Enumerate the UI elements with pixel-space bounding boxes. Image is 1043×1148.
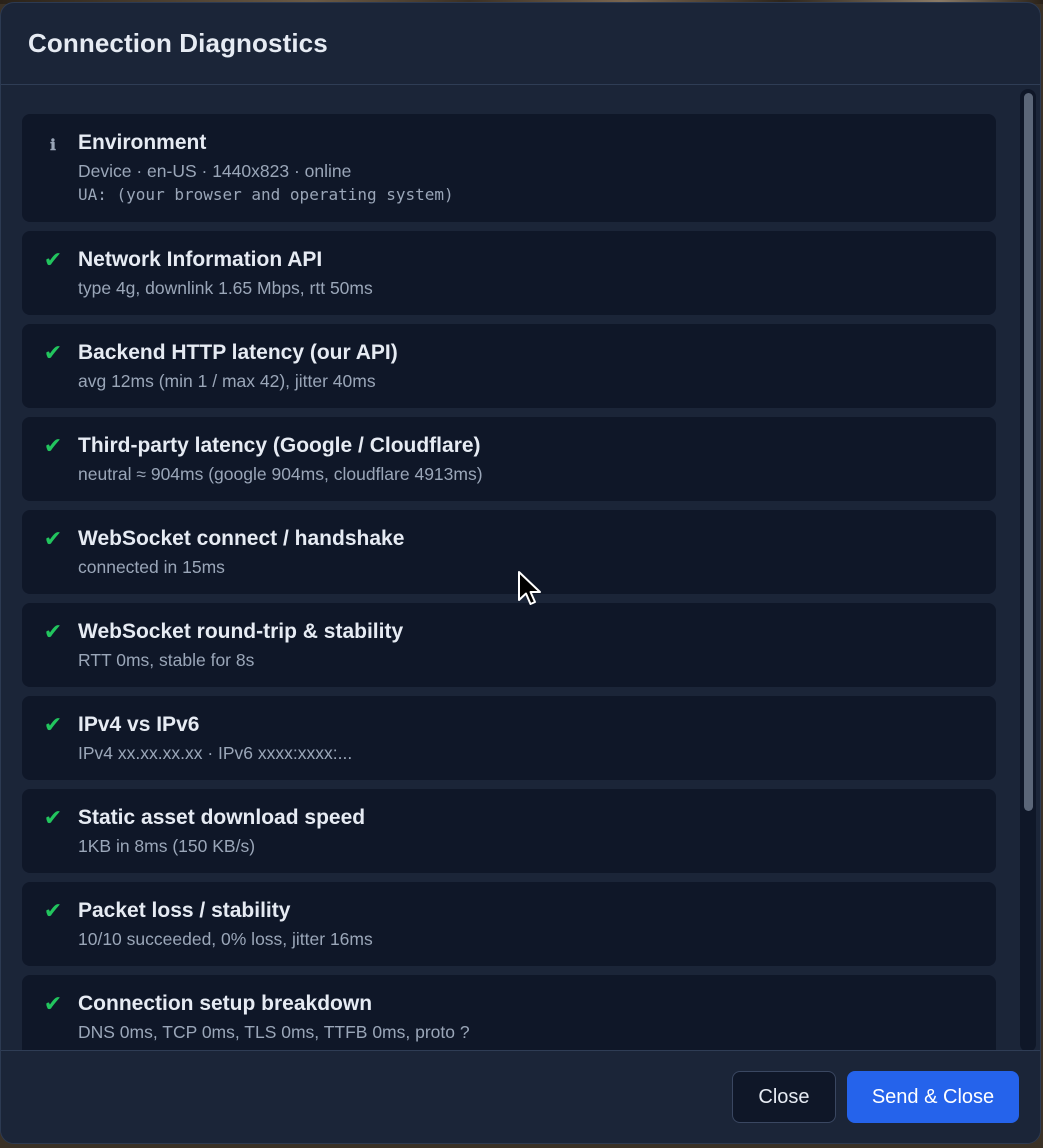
user-agent-text: UA: (your browser and operating system): [78, 185, 454, 204]
check-title: WebSocket round-trip & stability: [78, 620, 404, 643]
check-mark-icon: ✔: [43, 619, 63, 644]
check-backend-latency: ✔ Backend HTTP latency (our API) avg 12m…: [22, 324, 996, 408]
check-mark-icon: ✔: [43, 247, 63, 272]
scrollbar-thumb[interactable]: [1024, 93, 1033, 811]
check-mark-icon: ✔: [43, 526, 63, 551]
check-detail: IPv4 xx.xx.xx.xx · IPv6 xxxx:xxxx:...: [78, 743, 353, 763]
dialog-title: Connection Diagnostics: [28, 28, 328, 58]
close-button[interactable]: Close: [732, 1071, 836, 1123]
check-network-information: ✔ Network Information API type 4g, downl…: [22, 231, 996, 315]
info-icon: ℹ: [50, 136, 56, 154]
check-environment: ℹ Environment Device · en-US · 1440x823 …: [22, 114, 996, 222]
check-ipv4-ipv6: ✔ IPv4 vs IPv6 IPv4 xx.xx.xx.xx · IPv6 x…: [22, 696, 996, 780]
vertical-scrollbar[interactable]: [1020, 89, 1036, 1052]
check-detail: connected in 15ms: [78, 557, 225, 577]
check-detail: type 4g, downlink 1.65 Mbps, rtt 50ms: [78, 278, 373, 298]
check-title: Static asset download speed: [78, 806, 366, 829]
check-mark-icon: ✔: [43, 433, 63, 458]
check-mark-icon: ✔: [43, 340, 63, 365]
check-static-asset-speed: ✔ Static asset download speed 1KB in 8ms…: [22, 789, 996, 873]
check-websocket-round-trip: ✔ WebSocket round-trip & stability RTT 0…: [22, 603, 996, 687]
check-detail: DNS 0ms, TCP 0ms, TLS 0ms, TTFB 0ms, pro…: [78, 1022, 470, 1042]
check-title: IPv4 vs IPv6: [78, 713, 200, 736]
check-mark-icon: ✔: [43, 991, 63, 1016]
check-title: Packet loss / stability: [78, 899, 291, 922]
send-and-close-button[interactable]: Send & Close: [847, 1071, 1019, 1123]
check-title: Connection setup breakdown: [78, 992, 373, 1015]
check-mark-icon: ✔: [43, 898, 63, 923]
check-title: Backend HTTP latency (our API): [78, 341, 398, 364]
check-title: Third-party latency (Google / Cloudflare…: [78, 434, 481, 457]
check-mark-icon: ✔: [43, 805, 63, 830]
check-detail: avg 12ms (min 1 / max 42), jitter 40ms: [78, 371, 376, 391]
check-title: Network Information API: [78, 248, 323, 271]
check-detail: Device · en-US · 1440x823 · online: [78, 161, 352, 181]
check-detail: 1KB in 8ms (150 KB/s): [78, 836, 256, 856]
check-mark-icon: ✔: [43, 712, 63, 737]
dialog-header: Connection Diagnostics: [1, 3, 1040, 85]
dialog-footer: Close Send & Close: [1, 1050, 1040, 1143]
check-connection-setup: ✔ Connection setup breakdown DNS 0ms, TC…: [22, 975, 996, 1052]
check-detail: 10/10 succeeded, 0% loss, jitter 16ms: [78, 929, 373, 949]
check-websocket-connect: ✔ WebSocket connect / handshake connecte…: [22, 510, 996, 594]
dialog-body[interactable]: ℹ Environment Device · en-US · 1440x823 …: [1, 86, 1040, 1052]
check-packet-loss: ✔ Packet loss / stability 10/10 succeede…: [22, 882, 996, 966]
check-title: WebSocket connect / handshake: [78, 527, 405, 550]
diagnostics-dialog: Connection Diagnostics ℹ Environment Dev…: [0, 2, 1041, 1144]
check-detail: neutral ≈ 904ms (google 904ms, cloudflar…: [78, 464, 483, 484]
check-detail: RTT 0ms, stable for 8s: [78, 650, 255, 670]
check-third-party-latency: ✔ Third-party latency (Google / Cloudfla…: [22, 417, 996, 501]
checks-list: ℹ Environment Device · en-US · 1440x823 …: [22, 114, 996, 1052]
check-title: Environment: [78, 131, 207, 154]
